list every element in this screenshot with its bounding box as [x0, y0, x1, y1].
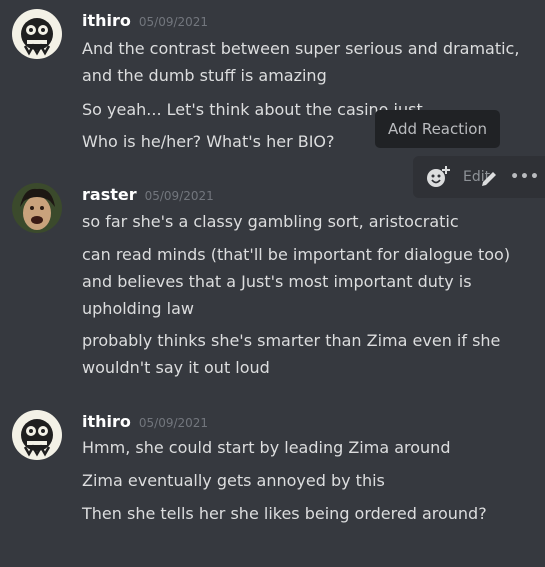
- chat-log: ithiro 05/09/2021 And the contrast betwee…: [0, 0, 545, 567]
- message-text: Zima eventually gets annoyed by this: [82, 471, 385, 490]
- timestamp: 05/09/2021: [138, 15, 209, 29]
- message-header: ithiro 05/09/2021: [82, 410, 208, 434]
- message-header: raster 05/09/2021: [82, 183, 214, 207]
- message-text: And the contrast between super serious a…: [82, 39, 520, 85]
- avatar[interactable]: [12, 183, 62, 233]
- raster-avatar-icon: [12, 183, 62, 233]
- author-name[interactable]: ithiro: [82, 412, 131, 431]
- message-header: ithiro 05/09/2021: [82, 9, 208, 33]
- author-name[interactable]: raster: [82, 185, 137, 204]
- timestamp: 05/09/2021: [138, 416, 209, 430]
- ithiro-avatar-icon: [12, 410, 62, 460]
- ithiro-avatar-icon: [12, 9, 62, 59]
- more-button[interactable]: •••: [505, 160, 545, 194]
- avatar[interactable]: [12, 410, 62, 460]
- add-reaction-icon: [427, 166, 450, 187]
- message-text: Hmm, she could start by leading Zima aro…: [82, 438, 451, 457]
- author-name[interactable]: ithiro: [82, 11, 131, 30]
- edit-button[interactable]: Edit: [455, 160, 505, 194]
- edit-icon: [482, 172, 496, 186]
- avatar[interactable]: [12, 9, 62, 59]
- message-toolbar: Edit •••: [413, 156, 545, 198]
- message-text: so far she's a classy gambling sort, ari…: [82, 212, 459, 231]
- message-text: can read minds (that'll be important for…: [82, 245, 511, 318]
- add-reaction-tooltip: Add Reaction: [375, 110, 500, 148]
- add-reaction-button[interactable]: [421, 160, 455, 194]
- message-text: Then she tells her she likes being order…: [82, 504, 487, 523]
- message-text: probably thinks she's smarter than Zima …: [82, 331, 501, 377]
- timestamp: 05/09/2021: [144, 189, 214, 203]
- more-icon: •••: [510, 169, 540, 185]
